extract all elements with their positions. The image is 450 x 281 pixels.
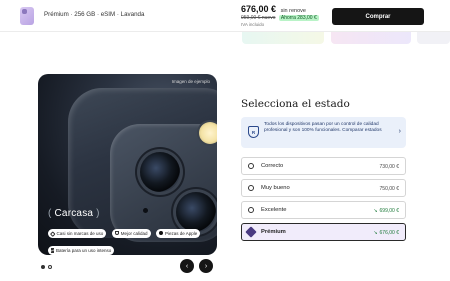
condition-options: Correcto 730,00 € Muy bueno 750,00 € Exc… <box>241 157 406 245</box>
shield-icon <box>114 231 119 235</box>
gallery-pager <box>41 265 52 269</box>
product-summary: Prémium · 256 GB · eSIM · Lavanda <box>44 11 145 18</box>
color-option-strip[interactable] <box>417 32 450 44</box>
condition-option-premium[interactable]: Prémium ↘ 676,00 € <box>241 223 406 241</box>
condition-label: Correcto <box>261 163 284 169</box>
color-option-strip[interactable] <box>242 32 324 44</box>
previous-image-button[interactable]: ‹ <box>180 259 194 273</box>
flash-icon <box>199 122 217 144</box>
heart-icon <box>50 230 56 236</box>
premium-diamond-icon <box>245 226 257 238</box>
category-label: Carcasa <box>54 208 94 219</box>
current-price: 676,00 € sin renove <box>241 4 329 14</box>
quality-info-text: Todos los dispositivos pasan por un cont… <box>264 122 382 134</box>
condition-price: ↘ 699,00 € <box>373 207 399 214</box>
check-icon <box>158 231 163 235</box>
buy-button[interactable]: Comprar <box>332 8 424 25</box>
condition-option-muy-bueno[interactable]: Muy bueno 750,00 € <box>241 179 406 197</box>
old-price: 959,00 € nuevo <box>241 15 276 21</box>
product-thumbnail <box>20 7 34 25</box>
color-option-strip[interactable] <box>331 32 411 44</box>
condition-price: 750,00 € <box>379 185 399 192</box>
feature-chip: Piezas de Apple <box>155 228 201 238</box>
savings-badge: Ahorra 283,00 € <box>278 15 319 21</box>
example-image-label: Imagen de ejemplo <box>171 79 210 84</box>
radio-button[interactable] <box>248 163 254 169</box>
trend-down-icon: ↘ <box>373 229 378 236</box>
pager-dot[interactable] <box>48 265 52 269</box>
condition-price: 730,00 € <box>379 163 399 170</box>
feature-chip: Mejor calidad <box>111 228 151 238</box>
feature-chips: Casi sin marcas de uso Mejor calidad Pie… <box>48 222 217 255</box>
feature-chip: Batería para un uso intenso <box>48 246 115 255</box>
sticky-header: Prémium · 256 GB · eSIM · Lavanda 676,00… <box>0 0 450 32</box>
camera-lens-icon <box>140 152 180 192</box>
price-block: 676,00 € sin renove 959,00 € nuevo Ahorr… <box>241 4 329 27</box>
price-comparison: 959,00 € nuevo Ahorra 283,00 € <box>241 15 329 21</box>
quality-info-banner[interactable]: R Todos los dispositivos pasan por un co… <box>241 117 406 148</box>
condition-label: Prémium <box>261 229 286 235</box>
condition-price: ↘ 676,00 € <box>373 229 399 236</box>
chevron-right-icon: › <box>398 128 401 135</box>
trend-down-icon: ↘ <box>373 207 378 214</box>
microphone-icon <box>143 208 148 213</box>
condition-option-correcto[interactable]: Correcto 730,00 € <box>241 157 406 175</box>
condition-label: Muy bueno <box>261 185 290 191</box>
next-image-button[interactable]: › <box>199 259 213 273</box>
gallery-category-title: ( Carcasa ) <box>48 208 100 219</box>
condition-option-excelente[interactable]: Excelente ↘ 699,00 € <box>241 201 406 219</box>
shield-badge-icon: R <box>248 126 259 138</box>
bolt-icon <box>51 248 54 253</box>
price-value: 676,00 € <box>241 4 277 14</box>
condition-label: Excelente <box>261 207 287 213</box>
radio-button[interactable] <box>248 185 254 191</box>
feature-chip: Casi sin marcas de uso <box>48 228 107 238</box>
state-heading: Selecciona el estado <box>241 98 350 110</box>
price-suffix: sin renove <box>280 8 306 14</box>
pager-dot[interactable] <box>41 265 45 269</box>
tax-note: IVA incluido <box>241 22 265 27</box>
radio-button[interactable] <box>248 207 254 213</box>
product-image-card: Imagen de ejemplo ( Carcasa ) Casi sin m… <box>38 74 217 255</box>
